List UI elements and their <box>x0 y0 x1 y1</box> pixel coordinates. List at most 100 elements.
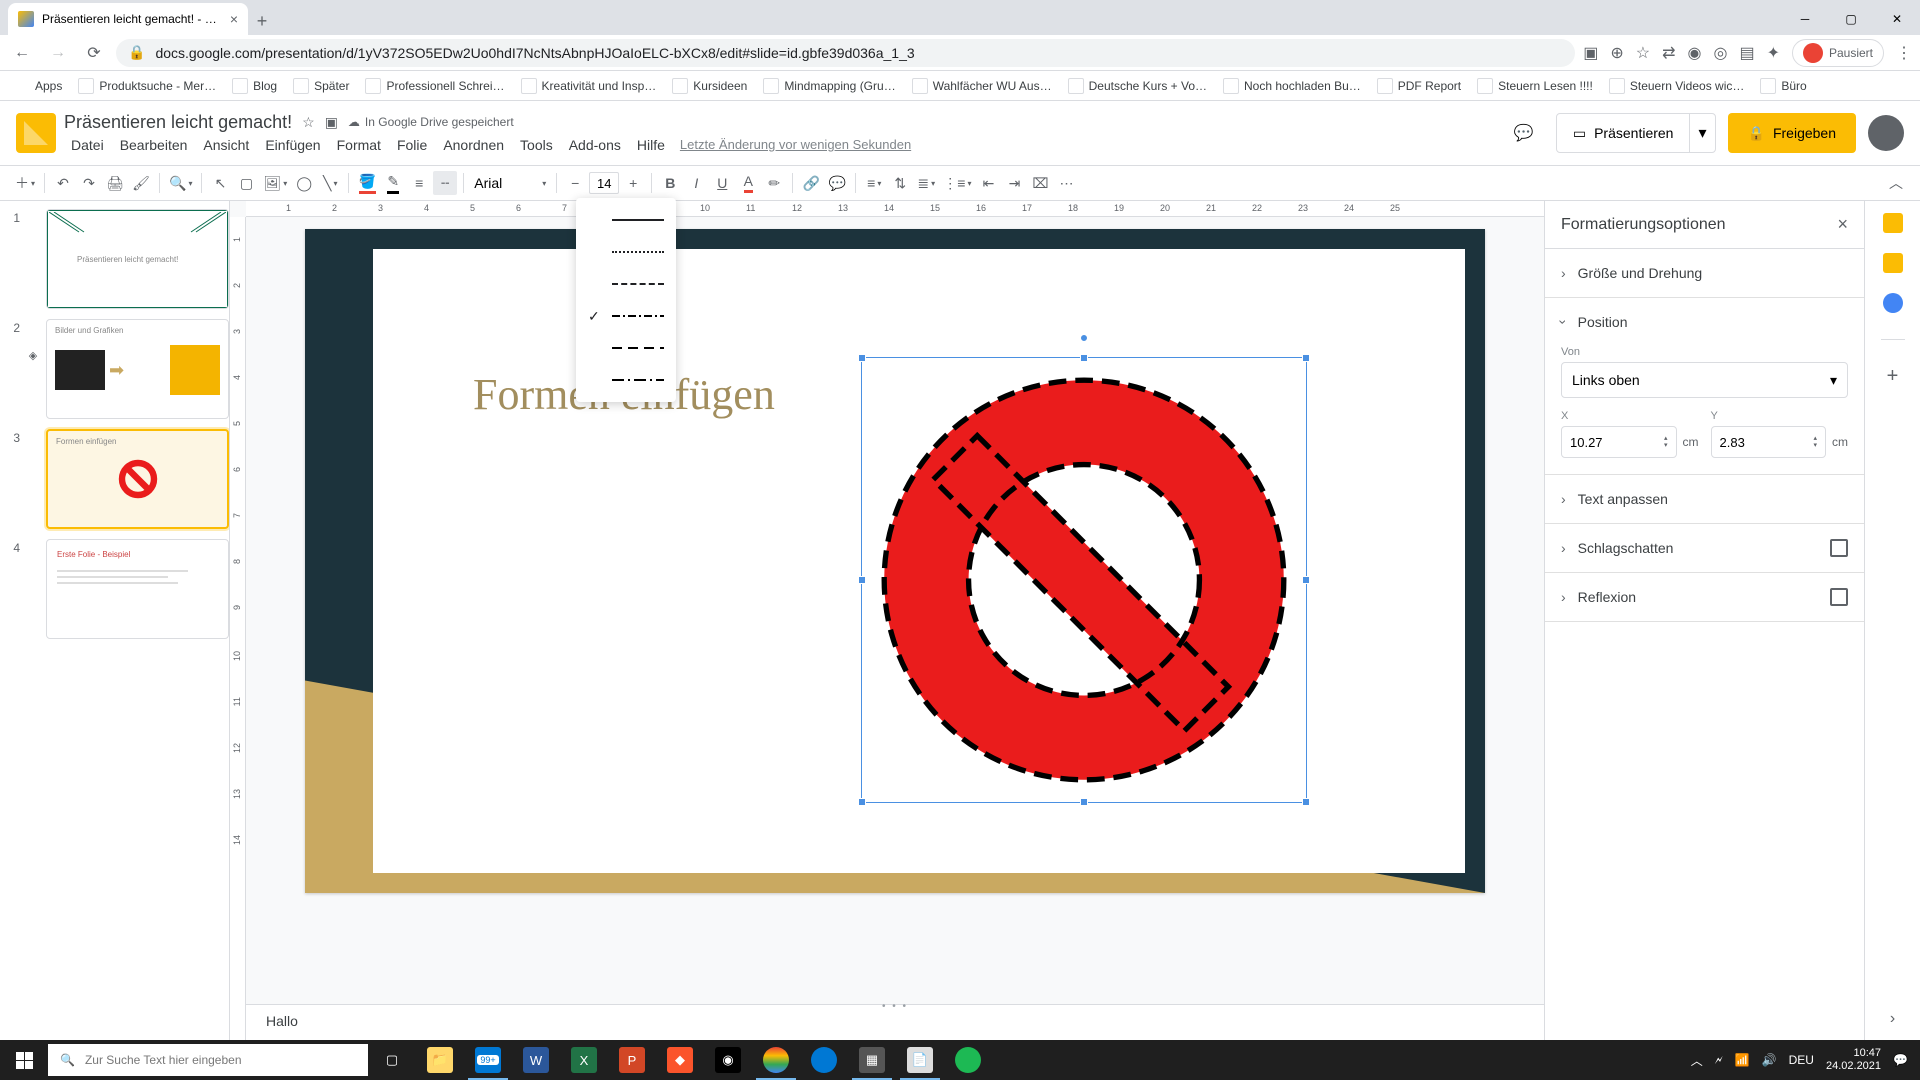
size-rotation-section[interactable]: › Größe und Drehung <box>1545 249 1864 297</box>
line-tool[interactable]: ╲ <box>318 171 342 195</box>
bookmark-item[interactable]: Steuern Videos wic… <box>1603 74 1751 98</box>
extensions-icon[interactable]: ✦ <box>1767 43 1780 63</box>
bookmark-star-icon[interactable]: ☆ <box>1636 43 1650 63</box>
app-icon[interactable]: ▦ <box>848 1040 896 1080</box>
x-position-input[interactable]: 10.27▴▾ <box>1561 426 1677 458</box>
dash-dashed-short[interactable] <box>576 268 676 300</box>
translate-icon[interactable]: ⇄ <box>1662 43 1675 63</box>
slide-thumb-4[interactable]: 4 Erste Folie - Beispiel <box>6 539 229 639</box>
spotify-icon[interactable] <box>944 1040 992 1080</box>
border-weight-button[interactable]: ≡ <box>407 171 431 195</box>
indent-decrease-button[interactable]: ⇤ <box>976 171 1000 195</box>
image-tool[interactable]: 🖼 <box>260 171 290 195</box>
more-button[interactable]: ⋯ <box>1054 171 1078 195</box>
slide-thumb-2[interactable]: 2 ◈ Bilder und Grafiken ➡ <box>6 319 229 419</box>
document-title[interactable]: Präsentieren leicht gemacht! <box>64 112 292 133</box>
minimize-button[interactable]: ─ <box>1782 3 1828 35</box>
slides-logo[interactable] <box>16 113 56 153</box>
start-button[interactable] <box>0 1040 48 1080</box>
notifications-icon[interactable]: 💬 <box>1893 1053 1908 1067</box>
select-tool[interactable]: ↖ <box>208 171 232 195</box>
wifi-icon[interactable]: 📶 <box>1735 1053 1750 1067</box>
line-spacing-button[interactable]: ⇅ <box>888 171 912 195</box>
excel-icon[interactable]: X <box>560 1040 608 1080</box>
font-family-select[interactable]: Arial <box>470 175 550 191</box>
reload-button[interactable]: ⟳ <box>80 39 108 67</box>
tasks-icon[interactable] <box>1883 293 1903 313</box>
undo-button[interactable]: ↶ <box>51 171 75 195</box>
comments-button[interactable]: 💬 <box>1504 113 1544 153</box>
reflection-checkbox[interactable] <box>1830 588 1848 606</box>
ext-icon-3[interactable]: ▤ <box>1739 43 1754 63</box>
resize-handle[interactable] <box>858 354 866 362</box>
bookmark-item[interactable]: Büro <box>1754 74 1812 98</box>
menu-anordnen[interactable]: Anordnen <box>436 135 511 155</box>
new-tab-button[interactable]: + <box>248 7 276 35</box>
bookmark-item[interactable]: Wahlfächer WU Aus… <box>906 74 1058 98</box>
menu-hilfe[interactable]: Hilfe <box>630 135 672 155</box>
add-addon-icon[interactable]: + <box>1883 366 1903 386</box>
bookmark-item[interactable]: Kreativität und Insp… <box>515 74 663 98</box>
bookmark-item[interactable]: Produktsuche - Mer… <box>72 74 222 98</box>
close-panel-icon[interactable]: × <box>1837 214 1848 235</box>
dash-dashdot-long[interactable] <box>576 364 676 396</box>
menu-ansicht[interactable]: Ansicht <box>196 135 256 155</box>
chrome-icon[interactable] <box>752 1040 800 1080</box>
apps-bookmark[interactable]: Apps <box>8 74 68 98</box>
drop-shadow-checkbox[interactable] <box>1830 539 1848 557</box>
browser-menu-icon[interactable]: ⋮ <box>1896 43 1912 63</box>
taskbar-search[interactable]: 🔍 Zur Suche Text hier eingeben <box>48 1044 368 1076</box>
collapse-side-panel-icon[interactable]: › <box>1890 1010 1895 1028</box>
numbered-list-button[interactable]: ≣ <box>914 171 938 195</box>
menu-einfuegen[interactable]: Einfügen <box>258 135 327 155</box>
zoom-button[interactable]: 🔍 <box>166 171 195 195</box>
rotate-handle[interactable] <box>1080 334 1088 342</box>
menu-format[interactable]: Format <box>330 135 388 155</box>
dash-solid[interactable] <box>576 204 676 236</box>
notepad-icon[interactable]: 📄 <box>896 1040 944 1080</box>
present-dropdown[interactable]: ▾ <box>1689 114 1714 152</box>
highlight-button[interactable]: ✏ <box>762 171 786 195</box>
bookmark-item[interactable]: Professionell Schrei… <box>359 74 510 98</box>
word-icon[interactable]: W <box>512 1040 560 1080</box>
ext-icon-2[interactable]: ◎ <box>1713 43 1727 63</box>
resize-handle[interactable] <box>1080 798 1088 806</box>
resize-handle[interactable] <box>1302 576 1310 584</box>
horizontal-ruler[interactable]: 1234567891011121314151617181920212223242… <box>246 201 1544 217</box>
underline-button[interactable]: U <box>710 171 734 195</box>
slide-thumb-3[interactable]: 3 Formen einfügen <box>6 429 229 529</box>
vertical-ruler[interactable]: 1234567891011121314 <box>230 217 246 1040</box>
address-bar[interactable]: 🔒 docs.google.com/presentation/d/1yV372S… <box>116 39 1575 67</box>
speaker-notes[interactable]: • • • Hallo <box>246 1004 1544 1040</box>
bulleted-list-button[interactable]: ⋮≡ <box>940 171 974 195</box>
calendar-icon[interactable] <box>1883 213 1903 233</box>
share-button[interactable]: 🔒 Freigeben <box>1728 113 1856 153</box>
volume-icon[interactable]: 🔊 <box>1762 1053 1777 1067</box>
drive-status[interactable]: ☁ In Google Drive gespeichert <box>348 115 514 129</box>
last-change-link[interactable]: Letzte Änderung vor wenigen Sekunden <box>680 137 911 152</box>
language-indicator[interactable]: DEU <box>1789 1053 1814 1067</box>
italic-button[interactable]: I <box>684 171 708 195</box>
account-avatar[interactable] <box>1868 115 1904 151</box>
tab-close-icon[interactable]: × <box>230 11 238 27</box>
maximize-button[interactable]: ▢ <box>1828 3 1874 35</box>
border-dash-button[interactable]: ╌ <box>433 171 457 195</box>
insert-comment-button[interactable]: 💬 <box>825 171 849 195</box>
paint-format-button[interactable]: 🖌 <box>129 171 153 195</box>
edge2-icon[interactable] <box>800 1040 848 1080</box>
textbox-tool[interactable]: ▢ <box>234 171 258 195</box>
back-button[interactable]: ← <box>8 39 36 67</box>
menu-bearbeiten[interactable]: Bearbeiten <box>113 135 195 155</box>
fill-color-button[interactable]: 🪣 <box>355 171 379 195</box>
clock[interactable]: 10:47 24.02.2021 <box>1826 1047 1881 1073</box>
border-color-button[interactable]: ✎ <box>381 171 405 195</box>
resize-handle[interactable] <box>1302 354 1310 362</box>
bookmark-item[interactable]: Blog <box>226 74 283 98</box>
selected-shape[interactable] <box>861 357 1307 803</box>
bookmark-item[interactable]: Noch hochladen Bu… <box>1217 74 1367 98</box>
bookmark-item[interactable]: Kursideen <box>666 74 753 98</box>
indent-increase-button[interactable]: ⇥ <box>1002 171 1026 195</box>
resize-handle[interactable] <box>1302 798 1310 806</box>
brave-icon[interactable]: ◆ <box>656 1040 704 1080</box>
new-slide-button[interactable]: ＋ <box>12 171 38 195</box>
